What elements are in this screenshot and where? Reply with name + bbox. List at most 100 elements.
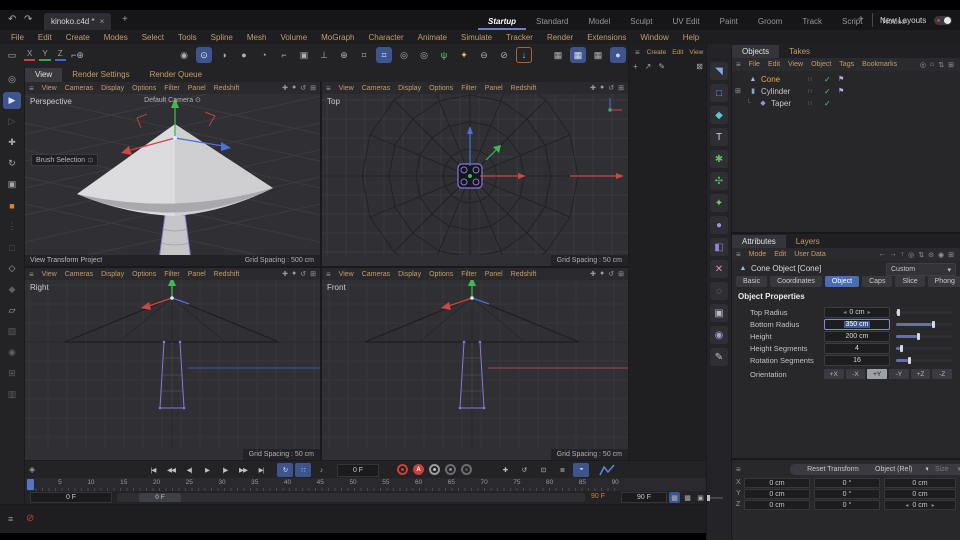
height-segments-field[interactable]: 4	[824, 343, 890, 354]
volume-icon[interactable]: ◌	[710, 282, 728, 300]
spin-left-icon[interactable]: ◂	[843, 309, 846, 316]
layouts-toggle[interactable]	[934, 16, 952, 25]
panel-tab[interactable]: Objects	[732, 45, 780, 58]
object-row-taper[interactable]: └ ◆ Taper ∷ ✓	[732, 97, 960, 109]
axis-snap-icon[interactable]: ◧	[710, 238, 728, 256]
section-tab[interactable]: Basic	[736, 276, 768, 287]
sketch-material-icon[interactable]: ✎	[710, 348, 728, 366]
filter-icon[interactable]: ⇅	[936, 61, 946, 69]
menu-item[interactable]: Simulate	[454, 33, 499, 42]
material-sphere-icon[interactable]: ●	[610, 47, 626, 63]
menu-item[interactable]: Modes	[97, 33, 135, 42]
viewport-menu-item[interactable]: Panel	[481, 85, 507, 92]
maximize-view-icon[interactable]: ⊞	[310, 270, 316, 278]
range-end-field[interactable]: 90 F	[621, 492, 667, 503]
viewport-menu-item[interactable]: Display	[97, 85, 128, 92]
enable-axis-icon[interactable]: ◉	[3, 344, 21, 361]
enabled-check-icon[interactable]: ✓	[824, 99, 831, 108]
bend-deformer-icon[interactable]: ✕	[710, 260, 728, 278]
polygons-mode-icon[interactable]: ▱	[3, 302, 21, 319]
viewport-menu-item[interactable]: Filter	[457, 85, 481, 92]
record-rotation-icon[interactable]: ↺	[516, 463, 532, 477]
object-row-cone[interactable]: ▲ Cone ∷ ✓ ⚑	[732, 73, 960, 85]
loop-playback-icon[interactable]: ↻	[277, 463, 293, 477]
link-icon[interactable]: ↗	[645, 62, 652, 71]
objects-menu-item[interactable]: Tags	[835, 61, 858, 68]
height-field[interactable]: 200 cm	[824, 331, 890, 342]
attributes-menu-icon[interactable]: ≡	[732, 250, 745, 259]
rectangle-spline-icon[interactable]: □	[710, 84, 728, 102]
y-axis-lock[interactable]: Y	[39, 49, 51, 61]
objects-menu-item[interactable]: File	[745, 61, 764, 68]
viewport-menu-item[interactable]: Filter	[457, 271, 481, 278]
orbit-view-icon[interactable]: ↺	[300, 84, 306, 92]
spin-left-icon[interactable]: ◂	[905, 502, 908, 509]
object-mode-icon[interactable]: ●	[236, 47, 252, 63]
object-name[interactable]: Cylinder	[758, 87, 790, 96]
move-tool-icon[interactable]: ✚	[3, 134, 21, 151]
front-viewport[interactable]: ≡ View Cameras Display Options Filter Panel Re…	[322, 268, 628, 460]
render-picture-viewer-icon[interactable]: ▦	[570, 47, 586, 63]
autokey-frames-icon[interactable]: ∷	[295, 463, 311, 477]
quantize-icon[interactable]: ◎	[396, 47, 412, 63]
viewport-menu-item[interactable]: Display	[394, 85, 425, 92]
viewport-menu-item[interactable]: View	[38, 271, 61, 278]
model-mode-icon[interactable]: ⊙	[196, 47, 212, 63]
attributes-menu-item[interactable]: Edit	[770, 251, 790, 258]
fcurve-view-icon[interactable]: ▦	[682, 492, 693, 503]
object-row-cylinder[interactable]: ⊞ ▮ Cylinder ∷ ✓ ⚑	[732, 85, 960, 97]
viewport-menu-item[interactable]: View	[335, 271, 358, 278]
orbit-view-icon[interactable]: ↺	[608, 84, 614, 92]
enabled-check-icon[interactable]: ✓	[824, 87, 831, 96]
viewport-menu-item[interactable]: Cameras	[61, 271, 97, 278]
autokeying-button[interactable]: A	[413, 464, 424, 475]
status-menu-icon[interactable]: ≡	[8, 514, 13, 524]
objects-menu-icon[interactable]: ≡	[732, 60, 745, 69]
menu-item[interactable]: Mesh	[240, 33, 274, 42]
keyframe-selection-icon[interactable]: ⌖	[573, 463, 589, 477]
coordinate-system-icon[interactable]: ⌐⊕	[70, 47, 86, 63]
viewport-menu-item[interactable]: Cameras	[358, 271, 394, 278]
viewport-menu-icon[interactable]: ≡	[25, 270, 38, 279]
undo-icon[interactable]: ↶	[8, 14, 16, 26]
objects-menu-item[interactable]: Edit	[764, 61, 784, 68]
range-start-chip[interactable]: 0 F	[139, 493, 181, 502]
visibility-dots-icon[interactable]: ∷	[808, 100, 813, 107]
text-object-icon[interactable]: T	[710, 128, 728, 146]
search-icon[interactable]: ◎	[918, 61, 928, 69]
target-icon[interactable]: ◉	[936, 251, 946, 259]
panel-tab[interactable]: Attributes	[732, 235, 786, 248]
new-layouts-label[interactable]: New Layouts	[880, 16, 926, 25]
viewport-solo-icon[interactable]: ▥	[3, 386, 21, 403]
modifier-b-icon[interactable]: ⊘	[496, 47, 512, 63]
capsule-icon[interactable]: ↓	[516, 47, 532, 63]
reset-transform-button[interactable]: Reset Transform	[790, 463, 876, 475]
record-scale-icon[interactable]: ⊡	[535, 463, 551, 477]
phong-tag-icon[interactable]: ⚑	[838, 87, 844, 95]
objects-menu-item[interactable]: Bookmarks	[858, 61, 901, 68]
spin-right-icon[interactable]: ▸	[932, 502, 935, 509]
field-object-icon[interactable]: ✦	[710, 194, 728, 212]
close-document-icon[interactable]: ×	[100, 17, 105, 26]
viewport-menu-icon[interactable]: ≡	[322, 270, 335, 279]
section-tab[interactable]: Caps	[862, 276, 893, 287]
dolly-view-icon[interactable]: ●	[600, 270, 604, 278]
viewport-menu-item[interactable]: Display	[97, 271, 128, 278]
top-radius-slider[interactable]	[896, 309, 952, 316]
orientation-button[interactable]: +X	[824, 369, 844, 379]
rotation-segments-slider[interactable]	[896, 357, 952, 364]
render-view-icon[interactable]: ▦	[550, 47, 566, 63]
viewport-menu-item[interactable]: Options	[425, 271, 457, 278]
modifier-a-icon[interactable]: ⊖	[476, 47, 492, 63]
spin-right-icon[interactable]: ▸	[868, 309, 871, 316]
sound-icon[interactable]: ♪	[313, 463, 329, 477]
menu-item[interactable]: Tracker	[499, 33, 540, 42]
bottom-radius-field[interactable]: 350 cm	[824, 319, 890, 330]
orientation-button[interactable]: +Z	[910, 369, 931, 379]
dolly-view-icon[interactable]: ●	[292, 270, 296, 278]
add-icon[interactable]: +	[633, 62, 638, 71]
motion-view-icon[interactable]: ▣	[695, 492, 706, 503]
menu-item[interactable]: Select	[135, 33, 171, 42]
layout-tab[interactable]: Sculpt	[620, 13, 662, 30]
go-to-start-icon[interactable]: |◀	[145, 463, 161, 477]
